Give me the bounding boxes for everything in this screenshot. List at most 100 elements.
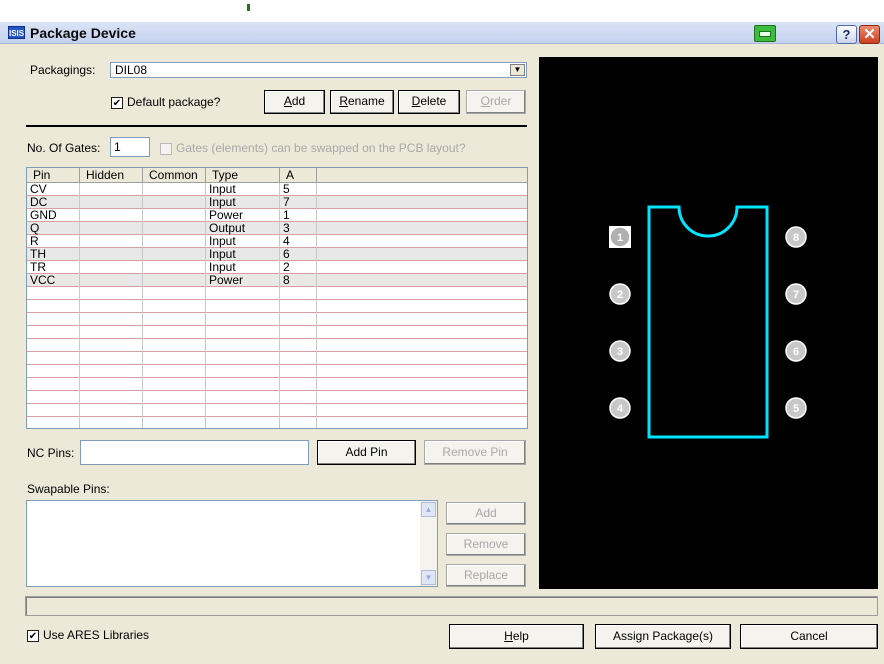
gates-label: No. Of Gates:: [27, 141, 101, 155]
add-package-button[interactable]: Add: [264, 90, 325, 114]
cancel-button[interactable]: Cancel: [740, 624, 878, 649]
cell-hidden[interactable]: [80, 274, 143, 287]
cell-a[interactable]: 7: [280, 196, 317, 209]
delete-package-button[interactable]: Delete: [398, 90, 460, 114]
cell-hidden[interactable]: [80, 261, 143, 274]
packagings-select[interactable]: DIL08 ▼: [110, 62, 527, 78]
cell-pin[interactable]: GND: [27, 209, 80, 222]
scroll-down-icon[interactable]: ▼: [421, 570, 436, 585]
cell-a[interactable]: 4: [280, 235, 317, 248]
column-header-common[interactable]: Common: [143, 168, 206, 183]
cell-type[interactable]: Power: [206, 274, 280, 287]
cell-hidden[interactable]: [80, 183, 143, 196]
cell-hidden[interactable]: [80, 222, 143, 235]
column-header-a[interactable]: A: [280, 168, 317, 183]
cell-common[interactable]: [143, 183, 206, 196]
empty-table-row[interactable]: [27, 404, 527, 417]
cell-type[interactable]: Input: [206, 248, 280, 261]
table-row[interactable]: VCC Power 8: [27, 274, 527, 287]
assign-packages-button[interactable]: Assign Package(s): [595, 624, 731, 649]
vertical-scrollbar[interactable]: ▲ ▼: [420, 501, 437, 586]
default-package-checkbox[interactable]: ✔ Default package?: [111, 95, 220, 109]
cell-type[interactable]: Input: [206, 196, 280, 209]
pin-table[interactable]: Pin Hidden Common Type A CV Input 5 DC Input…: [26, 167, 528, 429]
cell-pin[interactable]: DC: [27, 196, 80, 209]
close-button[interactable]: ✕: [859, 25, 880, 44]
cell-a[interactable]: 2: [280, 261, 317, 274]
gates-count-input[interactable]: 1: [110, 137, 150, 157]
question-icon: ?: [842, 27, 851, 42]
swap-remove-button[interactable]: Remove: [446, 533, 526, 556]
cell-common[interactable]: [143, 261, 206, 274]
cell-type[interactable]: Power: [206, 209, 280, 222]
cell-a[interactable]: 3: [280, 222, 317, 235]
empty-table-row[interactable]: [27, 378, 527, 391]
empty-table-row[interactable]: [27, 352, 527, 365]
cell-pin[interactable]: CV: [27, 183, 80, 196]
column-header-pin[interactable]: Pin: [27, 168, 80, 183]
help-button[interactable]: Help: [449, 624, 584, 649]
title-bar[interactable]: ISIS Package Device ? ✕: [0, 22, 884, 44]
cell-type[interactable]: Input: [206, 261, 280, 274]
gates-swap-check[interactable]: [160, 142, 172, 155]
cell-a[interactable]: 8: [280, 274, 317, 287]
cell-common[interactable]: [143, 222, 206, 235]
table-row[interactable]: GND Power 1: [27, 209, 527, 222]
empty-table-row[interactable]: [27, 326, 527, 339]
cell-hidden[interactable]: [80, 248, 143, 261]
package-preview[interactable]: 1 2 3 4 5 6 7 8: [539, 57, 878, 589]
cell-a[interactable]: 6: [280, 248, 317, 261]
cell-pin[interactable]: VCC: [27, 274, 80, 287]
column-header-type[interactable]: Type: [206, 168, 280, 183]
cell-type[interactable]: Input: [206, 183, 280, 196]
column-divider: [79, 183, 80, 428]
cell-common[interactable]: [143, 196, 206, 209]
cell-common[interactable]: [143, 248, 206, 261]
swapable-pins-list[interactable]: ▲ ▼: [26, 500, 438, 587]
empty-table-row[interactable]: [27, 313, 527, 326]
table-row[interactable]: CV Input 5: [27, 183, 527, 196]
table-row[interactable]: Q Output 3: [27, 222, 527, 235]
column-header-hidden[interactable]: Hidden: [80, 168, 143, 183]
cell-hidden[interactable]: [80, 209, 143, 222]
empty-table-row[interactable]: [27, 300, 527, 313]
cell-pin[interactable]: TH: [27, 248, 80, 261]
scroll-up-icon[interactable]: ▲: [421, 502, 436, 517]
empty-table-row[interactable]: [27, 339, 527, 352]
rename-package-button[interactable]: Rename: [330, 90, 394, 114]
remove-pin-button[interactable]: Remove Pin: [424, 440, 526, 465]
table-row[interactable]: TH Input 6: [27, 248, 527, 261]
help-title-button[interactable]: ?: [836, 25, 857, 44]
swap-replace-button[interactable]: Replace: [446, 564, 526, 587]
cell-pin[interactable]: R: [27, 235, 80, 248]
chevron-down-icon[interactable]: ▼: [510, 64, 525, 76]
printer-icon[interactable]: [754, 25, 776, 42]
cell-pin[interactable]: Q: [27, 222, 80, 235]
cell-type[interactable]: Input: [206, 235, 280, 248]
empty-table-row[interactable]: [27, 287, 527, 300]
cell-a[interactable]: 5: [280, 183, 317, 196]
default-package-check[interactable]: ✔: [111, 96, 123, 109]
table-row[interactable]: R Input 4: [27, 235, 527, 248]
use-ares-check[interactable]: ✔: [27, 629, 39, 642]
use-ares-checkbox[interactable]: ✔ Use ARES Libraries: [27, 628, 149, 642]
cell-hidden[interactable]: [80, 196, 143, 209]
cell-common[interactable]: [143, 209, 206, 222]
gates-swap-label: Gates (elements) can be swapped on the P…: [176, 141, 466, 155]
gates-swap-checkbox[interactable]: Gates (elements) can be swapped on the P…: [160, 141, 466, 155]
table-row[interactable]: TR Input 2: [27, 261, 527, 274]
cell-type[interactable]: Output: [206, 222, 280, 235]
nc-pins-input[interactable]: [80, 440, 309, 465]
empty-table-row[interactable]: [27, 391, 527, 404]
pad-label: 8: [793, 232, 799, 244]
order-package-button[interactable]: Order: [466, 90, 526, 114]
empty-table-row[interactable]: [27, 365, 527, 378]
table-row[interactable]: DC Input 7: [27, 196, 527, 209]
swap-add-button[interactable]: Add: [446, 502, 526, 525]
add-pin-button[interactable]: Add Pin: [317, 440, 416, 465]
cell-hidden[interactable]: [80, 235, 143, 248]
cell-a[interactable]: 1: [280, 209, 317, 222]
cell-common[interactable]: [143, 274, 206, 287]
cell-pin[interactable]: TR: [27, 261, 80, 274]
cell-common[interactable]: [143, 235, 206, 248]
